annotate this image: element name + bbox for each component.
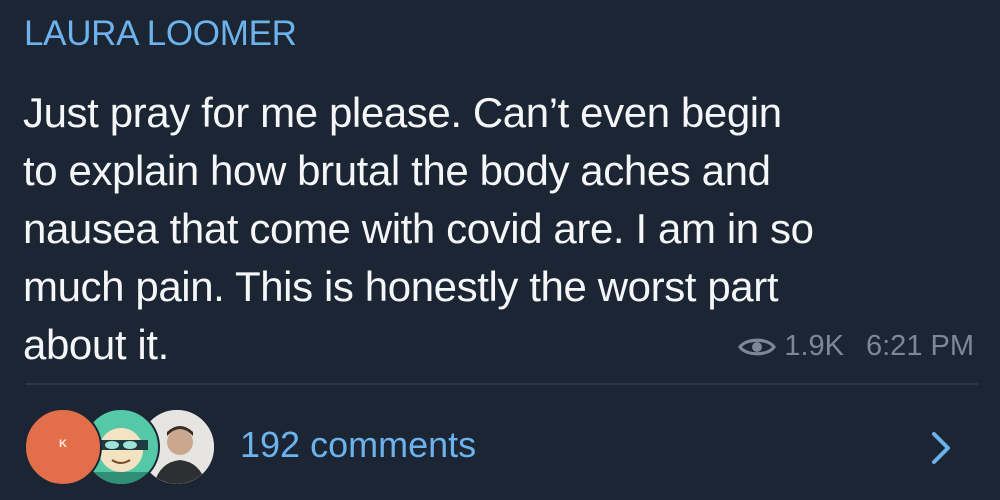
channel-name[interactable]: LAURA LOOMER	[24, 14, 297, 54]
avatar: K	[24, 408, 102, 486]
avatar-initial: K	[59, 438, 67, 450]
comments-count[interactable]: 192 comments	[240, 424, 476, 466]
commenter-avatars: K	[24, 408, 216, 486]
divider	[26, 383, 978, 385]
message-time: 6:21 PM	[866, 330, 974, 362]
message-line: to explain how brutal the body aches and	[23, 147, 771, 194]
message-line: Just pray for me please. Can’t even begi…	[23, 89, 782, 136]
message-line: much pain. This is honestly the worst pa…	[23, 263, 779, 310]
comments-button[interactable]: K 192 comments	[0, 386, 1000, 500]
message-line: nausea that come with covid are. I am in…	[23, 205, 814, 252]
chevron-right-icon[interactable]	[930, 430, 952, 466]
channel-post: LAURA LOOMER Just pray for me please. Ca…	[0, 0, 1000, 500]
view-count: 1.9K	[784, 330, 844, 362]
message-meta: 1.9K 6:21 PM	[738, 330, 974, 363]
eye-icon	[738, 338, 777, 355]
